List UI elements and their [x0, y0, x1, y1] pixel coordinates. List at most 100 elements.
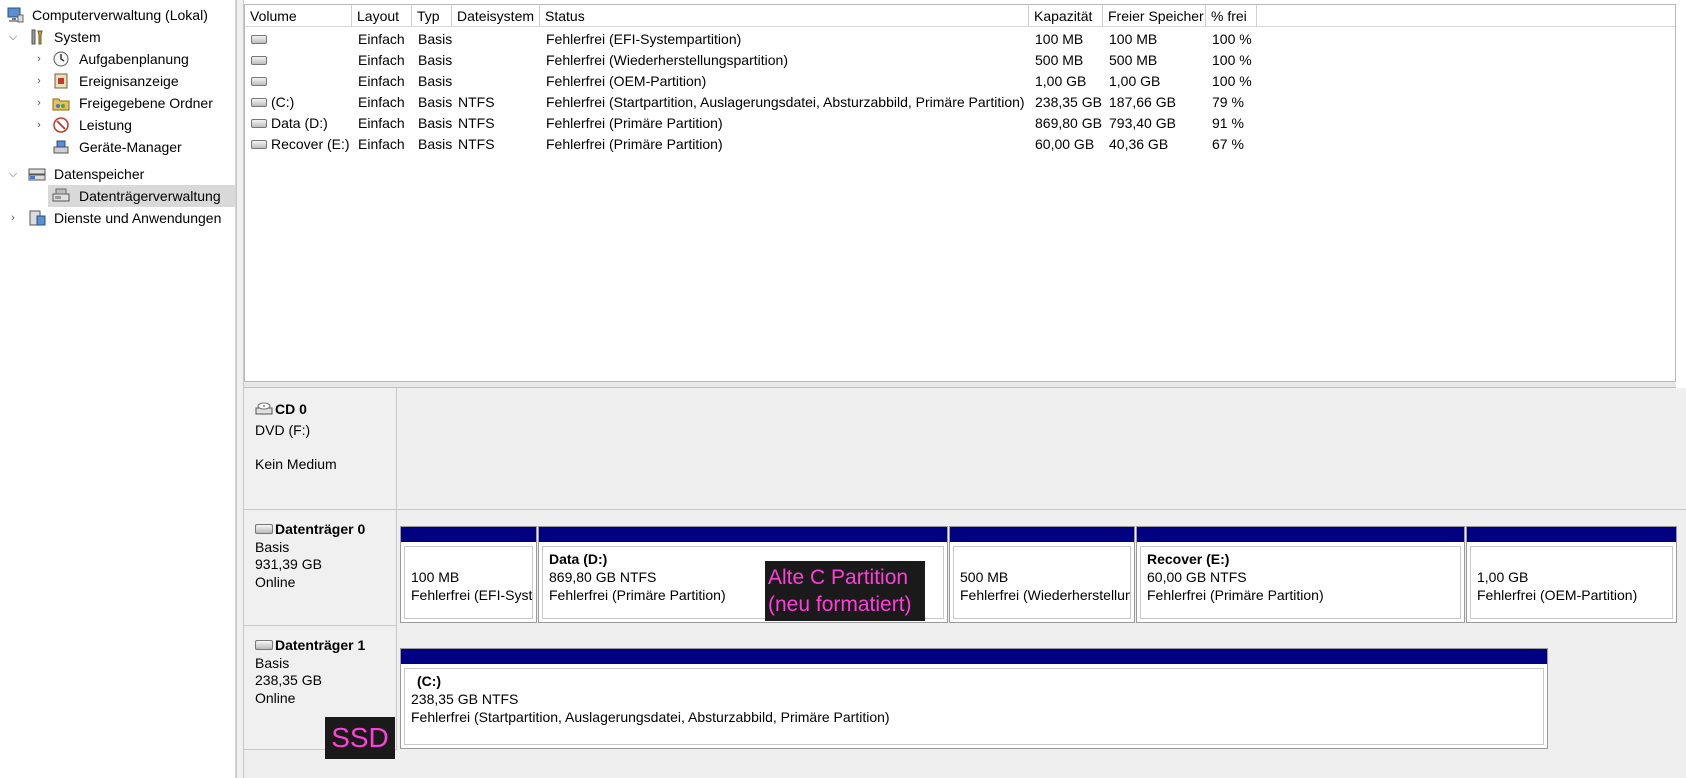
disk-management-icon	[52, 188, 70, 202]
free-cell: 100 MB	[1109, 31, 1158, 47]
tree-item-label: Datenspeicher	[54, 166, 145, 182]
fs-cell	[452, 29, 458, 50]
disk-size: 238,35 GB	[255, 672, 322, 688]
tree-item-system[interactable]: ⌵ System	[0, 26, 236, 48]
volume-cell: Recover (E:)	[245, 134, 352, 155]
capacity-cell: 100 MB	[1035, 31, 1084, 47]
partition-size: 60,00 GB NTFS	[1147, 569, 1247, 585]
type-cell: Basis	[418, 73, 453, 89]
status-cell: Fehlerfrei (Startpartition, Auslagerungs…	[546, 94, 1025, 110]
volume-cell: Data (D:)	[245, 113, 352, 134]
tree-item-label: Datenträgerverwaltung	[79, 188, 221, 204]
clock-icon	[53, 51, 69, 67]
services-icon	[29, 210, 46, 226]
tools-icon	[31, 29, 43, 45]
partition-c[interactable]: (C:) 238,35 GB NTFS Fehlerfrei (Startpar…	[400, 648, 1548, 749]
partition-status: Fehlerfrei (Primäre Partition)	[549, 587, 726, 603]
tree-item-leistung[interactable]: › Leistung	[0, 114, 236, 136]
fs-cell: NTFS	[458, 94, 495, 110]
type-cell: Basis	[418, 31, 453, 47]
column-header-prozent-frei[interactable]: % frei	[1206, 5, 1257, 27]
tree-root[interactable]: Computerverwaltung (Lokal)	[0, 4, 236, 26]
table-row[interactable]: Einfach Basis Fehlerfrei (EFI-Systempart…	[245, 29, 1675, 50]
drive-icon	[251, 55, 267, 65]
layout-cell: Einfach	[358, 31, 405, 47]
navigation-tree: Computerverwaltung (Lokal) ⌵ System › Au…	[0, 0, 236, 778]
disk-type: Basis	[255, 655, 290, 671]
column-header-kapazitaet[interactable]: Kapazität	[1029, 5, 1103, 27]
tree-item-geraete-manager[interactable]: Geräte-Manager	[0, 136, 236, 158]
column-header-dateisystem[interactable]: Dateisystem	[452, 5, 540, 27]
column-header-freier-speicher[interactable]: Freier Speicher	[1103, 5, 1206, 27]
partition-oem[interactable]: 1,00 GB Fehlerfrei (OEM-Partition)	[1466, 526, 1677, 623]
free-cell: 793,40 GB	[1109, 115, 1176, 131]
hard-disk-icon	[255, 640, 273, 651]
layout-cell: Einfach	[358, 73, 405, 89]
chevron-down-icon[interactable]: ⌵	[6, 26, 20, 48]
fs-cell: NTFS	[458, 136, 495, 152]
tree-item-freigegebene-ordner[interactable]: › Freigegebene Ordner	[0, 92, 236, 114]
percent-cell: 91 %	[1212, 115, 1244, 131]
percent-cell: 79 %	[1212, 94, 1244, 110]
partition-bar	[401, 527, 536, 542]
tree-item-datenspeicher[interactable]: ⌵ Datenspeicher	[0, 163, 236, 185]
volume-cell	[245, 50, 352, 71]
status-cell: Fehlerfrei (EFI-Systempartition)	[546, 31, 742, 47]
chevron-right-icon[interactable]: ›	[6, 207, 20, 229]
column-header-layout[interactable]: Layout	[352, 5, 412, 27]
volume-cell	[245, 29, 352, 50]
capacity-cell: 60,00 GB	[1035, 136, 1095, 152]
table-row[interactable]: Data (D:) Einfach Basis NTFS Fehlerfrei …	[245, 113, 1675, 134]
layout-cell: Einfach	[358, 52, 405, 68]
chevron-right-icon[interactable]: ›	[32, 48, 46, 70]
drive-icon	[251, 76, 267, 86]
vertical-splitter[interactable]	[236, 0, 244, 778]
chevron-down-icon[interactable]: ⌵	[6, 163, 20, 185]
tree-item-label: Freigegebene Ordner	[79, 95, 213, 111]
partition-status: Fehlerfrei (EFI-Systempartition)	[411, 587, 533, 603]
table-row[interactable]: Einfach Basis Fehlerfrei (Wiederherstell…	[245, 50, 1675, 71]
type-cell: Basis	[418, 94, 453, 110]
partition-recovery[interactable]: 500 MB Fehlerfrei (Wiederherstellungspar…	[949, 526, 1135, 623]
disk-label-cd0[interactable]: CD 0 DVD (F:) Kein Medium	[244, 388, 397, 510]
status-cell: Fehlerfrei (Wiederherstellungspartition)	[546, 52, 788, 68]
partition-bar	[950, 527, 1134, 542]
type-cell: Basis	[418, 115, 453, 131]
column-header-status[interactable]: Status	[540, 5, 1029, 27]
tree-item-datentraegerverwaltung[interactable]: Datenträgerverwaltung	[48, 185, 235, 207]
partition-recover[interactable]: Recover (E:) 60,00 GB NTFS Fehlerfrei (P…	[1136, 526, 1465, 623]
chevron-right-icon[interactable]: ›	[32, 114, 46, 136]
tree-item-label: Ereignisanzeige	[79, 73, 179, 89]
tree-item-ereignisanzeige[interactable]: › Ereignisanzeige	[0, 70, 236, 92]
percent-cell: 100 %	[1212, 31, 1252, 47]
fs-cell: NTFS	[458, 115, 495, 131]
disk-label-disk0[interactable]: Datenträger 0 Basis 931,39 GB Online	[244, 510, 397, 626]
volume-list: Volume Layout Typ Dateisystem Status Kap…	[244, 4, 1676, 382]
tree-item-label: Geräte-Manager	[79, 139, 182, 155]
tree-item-dienste[interactable]: › Dienste und Anwendungen	[0, 207, 236, 229]
table-row[interactable]: Recover (E:) Einfach Basis NTFS Fehlerfr…	[245, 134, 1675, 155]
shared-folder-icon	[52, 98, 70, 111]
percent-cell: 100 %	[1212, 52, 1252, 68]
chevron-right-icon[interactable]: ›	[32, 70, 46, 92]
column-header-typ[interactable]: Typ	[412, 5, 452, 27]
hard-disk-icon	[255, 524, 273, 535]
partition-bar	[1137, 527, 1464, 542]
volume-list-header: Volume Layout Typ Dateisystem Status Kap…	[245, 5, 1675, 27]
partition-bar	[539, 527, 947, 542]
drive-icon	[251, 139, 267, 149]
tree-item-aufgabenplanung[interactable]: › Aufgabenplanung	[0, 48, 236, 70]
free-cell: 1,00 GB	[1109, 73, 1161, 89]
tree-item-system-label: System	[54, 29, 101, 45]
table-row[interactable]: (C:) Einfach Basis NTFS Fehlerfrei (Star…	[245, 92, 1675, 113]
fs-cell	[452, 71, 458, 92]
disk-medium: Kein Medium	[255, 456, 337, 472]
table-row[interactable]: Einfach Basis Fehlerfrei (OEM-Partition)…	[245, 71, 1675, 92]
cd-drive-icon	[255, 402, 273, 415]
disk-state: Online	[255, 574, 296, 590]
partition-efi[interactable]: 100 MB Fehlerfrei (EFI-Systempartition)	[400, 526, 537, 623]
partition-status: Fehlerfrei (OEM-Partition)	[1477, 587, 1638, 603]
column-header-volume[interactable]: Volume	[245, 5, 352, 27]
chevron-right-icon[interactable]: ›	[32, 92, 46, 114]
free-cell: 500 MB	[1109, 52, 1158, 68]
